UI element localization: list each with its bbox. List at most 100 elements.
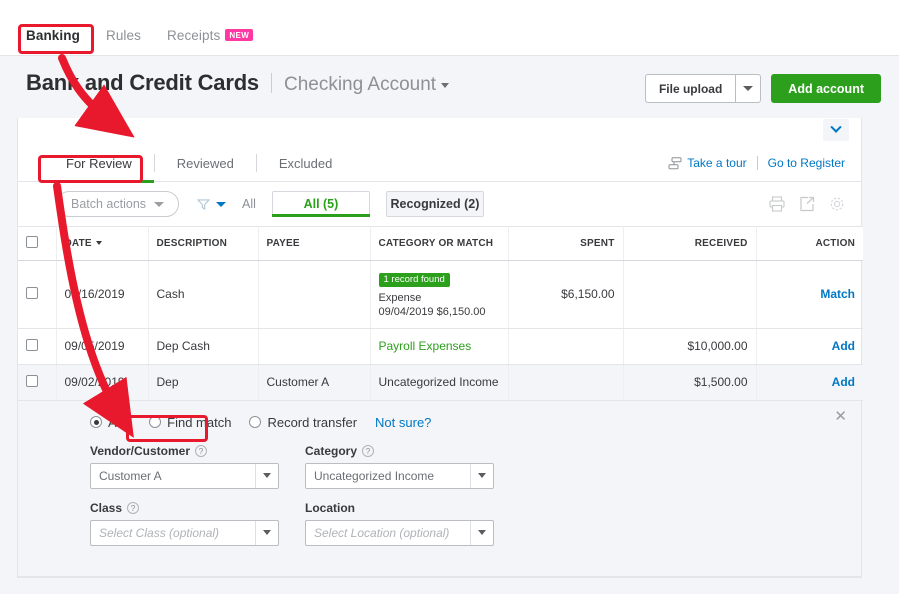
radio-add[interactable]: Add — [90, 415, 131, 430]
card-top-strip — [18, 118, 861, 144]
column-date[interactable]: DATE — [56, 226, 149, 261]
cell-category: Payroll Expenses — [370, 328, 509, 365]
field-location: Location Select Location (optional) — [305, 501, 494, 546]
category-dropdown-arrow[interactable] — [470, 463, 493, 488]
radio-record-transfer-label: Record transfer — [267, 414, 358, 430]
transactions-table: DATE DESCRIPTION PAYEE CATEGORY OR MATCH… — [18, 226, 863, 401]
tab-excluded[interactable]: Excluded — [257, 144, 354, 182]
location-select[interactable]: Select Location (optional) — [305, 519, 494, 546]
tab-rules[interactable]: Rules — [106, 28, 141, 56]
column-description[interactable]: DESCRIPTION — [148, 226, 259, 261]
not-sure-link[interactable]: Not sure? — [375, 415, 431, 430]
help-icon[interactable]: ? — [195, 444, 208, 457]
page-header: Bank and Credit Cards Checking Account F… — [0, 56, 899, 118]
tab-receipts-label: Receipts — [166, 28, 221, 43]
account-name-label: Checking Account — [283, 74, 437, 95]
column-received-label: RECEIVED — [694, 238, 748, 249]
category-select[interactable]: Uncategorized Income — [305, 462, 494, 489]
cell-payee — [258, 328, 371, 365]
class-label-row: Class ? — [90, 501, 279, 515]
take-a-tour-link[interactable]: Take a tour — [668, 156, 747, 170]
column-description-label: DESCRIPTION — [156, 238, 228, 249]
help-icon[interactable]: ? — [362, 444, 375, 457]
filter-icon — [197, 198, 211, 210]
help-icon[interactable]: ? — [127, 501, 140, 514]
column-action: ACTION — [756, 226, 863, 261]
class-dropdown-arrow[interactable] — [255, 520, 278, 545]
cell-date: 09/02/2019 — [56, 364, 149, 401]
all-filter-label[interactable]: All — [242, 197, 256, 211]
cell-spent: $6,150.00 — [508, 260, 624, 329]
top-navigation-bar: Banking Rules Receipts NEW — [0, 0, 899, 56]
radio-add-indicator — [90, 416, 102, 428]
file-upload-button[interactable]: File upload — [644, 74, 736, 103]
table-row[interactable]: 09/16/2019 Cash 1 record found Expense 0… — [18, 260, 863, 329]
export-icon[interactable] — [799, 196, 815, 212]
row-checkbox[interactable] — [26, 286, 38, 299]
table-row[interactable]: 09/02/2019 Dep Customer A Uncategorized … — [18, 364, 863, 401]
review-tabs: For Review Reviewed Excluded Take a tour… — [18, 144, 861, 183]
cell-spent — [508, 328, 624, 365]
column-spent[interactable]: SPENT — [508, 226, 624, 261]
radio-record-transfer-indicator — [249, 416, 262, 428]
class-placeholder: Select Class (optional) — [99, 525, 220, 540]
transaction-edit-panel: ✕ Add Find match Record transfer Not sur… — [18, 400, 861, 577]
category-label: Category — [305, 443, 358, 458]
column-received[interactable]: RECEIVED — [623, 226, 757, 261]
cell-action: Match — [756, 260, 863, 329]
add-action-link[interactable]: Add — [832, 375, 855, 389]
category-label-row: Category ? — [305, 444, 494, 458]
radio-find-match[interactable]: Find match — [149, 415, 231, 430]
category-name: Expense — [378, 291, 422, 304]
vendor-customer-label-row: Vendor/Customer ? — [90, 444, 279, 458]
tab-for-review[interactable]: For Review — [44, 144, 154, 183]
caret-down-icon — [743, 86, 754, 91]
radio-record-transfer[interactable]: Record transfer — [249, 415, 357, 430]
cell-description: Dep — [148, 364, 259, 401]
table-row[interactable]: 09/05/2019 Dep Cash Payroll Expenses $10… — [18, 328, 863, 365]
field-vendor-customer: Vendor/Customer ? Customer A — [90, 444, 279, 489]
gear-icon[interactable] — [829, 196, 845, 212]
filter-recognized-button[interactable]: Recognized (2) — [385, 191, 484, 217]
cell-date: 09/05/2019 — [56, 328, 149, 365]
file-upload-group: File upload — [644, 74, 762, 103]
tab-excluded-label: Excluded — [278, 155, 333, 171]
file-upload-dropdown-button[interactable] — [735, 74, 762, 103]
collapse-panel-button[interactable] — [823, 119, 849, 141]
filter-all-button[interactable]: All (5) — [271, 191, 370, 217]
tab-reviewed-label: Reviewed — [176, 155, 234, 171]
add-action-link[interactable]: Add — [832, 339, 855, 353]
cell-payee: Customer A — [258, 364, 371, 401]
print-icon[interactable] — [769, 196, 785, 212]
field-row-2: Class ? Select Class (optional) Location… — [90, 501, 841, 546]
field-category: Category ? Uncategorized Income — [305, 444, 494, 489]
go-to-register-link[interactable]: Go to Register — [768, 156, 845, 170]
review-tabs-right-actions: Take a tour Go to Register — [668, 144, 845, 182]
location-dropdown-arrow[interactable] — [470, 520, 493, 545]
row-checkbox[interactable] — [26, 374, 38, 387]
tour-icon — [668, 156, 682, 169]
column-payee[interactable]: PAYEE — [258, 226, 371, 261]
select-all-checkbox[interactable] — [26, 236, 38, 248]
row-checkbox-cell — [18, 260, 57, 329]
match-action-link[interactable]: Match — [820, 287, 855, 301]
class-label: Class — [90, 500, 123, 515]
filter-all-label: All (5) — [303, 197, 339, 211]
add-account-button[interactable]: Add account — [771, 74, 881, 103]
tab-receipts[interactable]: Receipts NEW — [166, 28, 254, 56]
account-selector[interactable]: Checking Account — [283, 74, 450, 96]
row-checkbox[interactable] — [26, 338, 38, 351]
vendor-customer-select[interactable]: Customer A — [90, 462, 279, 489]
field-row-1: Vendor/Customer ? Customer A Category ? … — [90, 444, 841, 489]
close-icon[interactable]: ✕ — [834, 409, 847, 424]
filter-dropdown[interactable] — [179, 198, 227, 210]
class-select[interactable]: Select Class (optional) — [90, 519, 279, 546]
tab-banking[interactable]: Banking — [26, 28, 80, 56]
vendor-customer-dropdown-arrow[interactable] — [255, 463, 278, 488]
column-payee-label: PAYEE — [266, 238, 300, 249]
column-category-or-match[interactable]: CATEGORY OR MATCH — [370, 226, 509, 261]
tab-reviewed[interactable]: Reviewed — [155, 144, 256, 182]
batch-actions-dropdown[interactable]: Batch actions — [56, 191, 180, 217]
top-nav-list: Banking Rules Receipts NEW — [0, 0, 899, 56]
header-actions: File upload Add account — [644, 74, 881, 103]
